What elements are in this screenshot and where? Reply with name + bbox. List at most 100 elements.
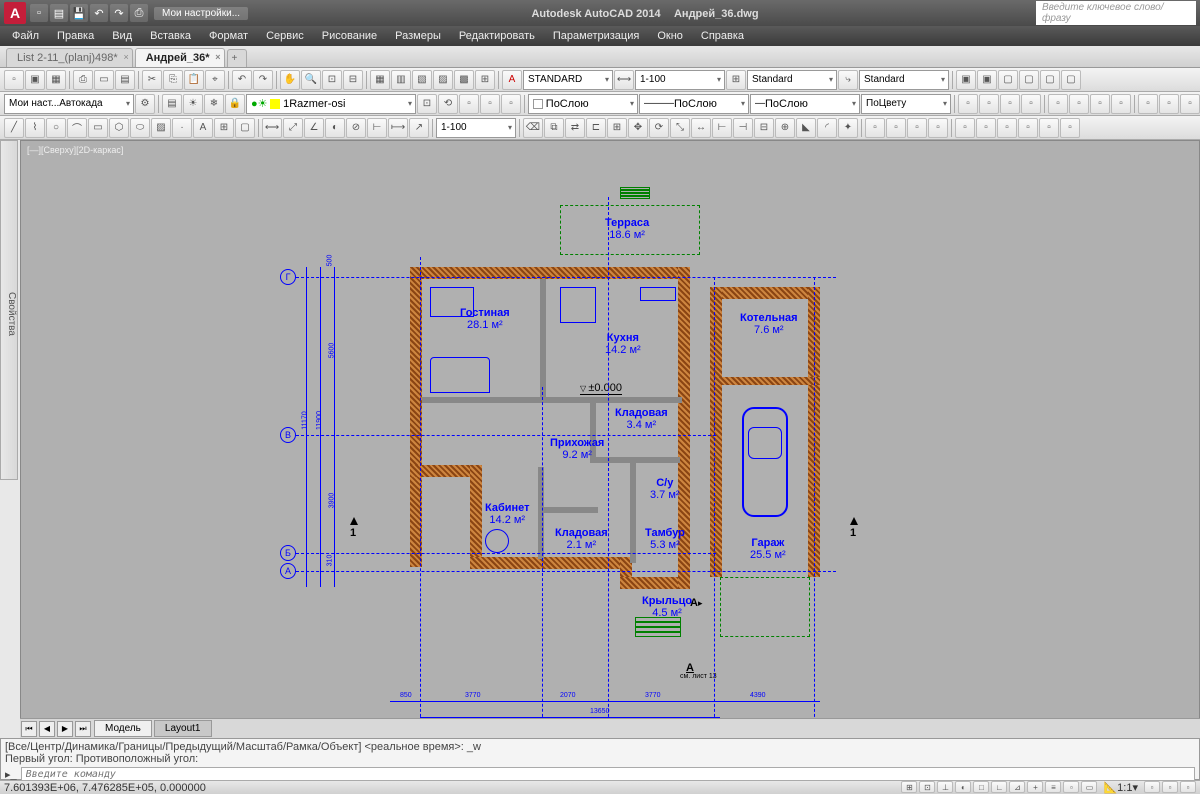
dimang-icon[interactable]: ∠ — [304, 118, 324, 138]
layer-lock-icon[interactable]: 🔒 — [225, 94, 245, 114]
scale2-combo[interactable]: 1-100 — [436, 118, 516, 138]
point-icon[interactable]: · — [172, 118, 192, 138]
workspace-dropdown[interactable]: Мои настройки... — [154, 7, 248, 20]
ellipse-icon[interactable]: ⬭ — [130, 118, 150, 138]
dimaligned-icon[interactable]: ⤢ — [283, 118, 303, 138]
paste-icon[interactable]: 📋 — [184, 70, 204, 90]
array-icon[interactable]: ⊞ — [607, 118, 627, 138]
redo-icon[interactable]: ↷ — [110, 4, 128, 22]
lwt-icon[interactable]: ≡ — [1045, 781, 1061, 793]
undo-icon[interactable]: ↶ — [232, 70, 252, 90]
mod-icon[interactable]: ▫ — [1018, 118, 1038, 138]
dimlinear-icon[interactable]: ⟷ — [262, 118, 282, 138]
undo-icon[interactable]: ↶ — [90, 4, 108, 22]
model-icon[interactable]: ▭ — [1081, 781, 1097, 793]
chamfer-icon[interactable]: ◣ — [796, 118, 816, 138]
layer-freeze-icon[interactable]: ❄ — [204, 94, 224, 114]
ortho-icon[interactable]: ⊥ — [937, 781, 953, 793]
toolpal-icon[interactable]: ▧ — [412, 70, 432, 90]
menu-file[interactable]: Файл — [4, 28, 47, 44]
pline-icon[interactable]: ⌇ — [25, 118, 45, 138]
dimcont-icon[interactable]: ⟼ — [388, 118, 408, 138]
status-icon[interactable]: ▫ — [1162, 781, 1178, 793]
plotstyle-combo[interactable]: ПоЦвету — [861, 94, 951, 114]
tablestyle-combo[interactable]: Standard — [859, 70, 949, 90]
new-tab-button[interactable]: + — [227, 49, 247, 67]
block-icon[interactable]: ▢ — [1061, 70, 1081, 90]
open-file-icon[interactable]: ▣ — [25, 70, 45, 90]
scale-combo[interactable]: 1-100 — [635, 70, 725, 90]
mod-icon[interactable]: ▫ — [928, 118, 948, 138]
dimord-icon[interactable]: ⊢ — [367, 118, 387, 138]
rect-icon[interactable]: ▭ — [88, 118, 108, 138]
layer-iso-icon[interactable]: ⊡ — [417, 94, 437, 114]
mod-icon[interactable]: ▫ — [976, 118, 996, 138]
text-style-icon[interactable]: A — [502, 70, 522, 90]
tool-icon[interactable]: ▫ — [958, 94, 978, 114]
mod-icon[interactable]: ▫ — [997, 118, 1017, 138]
save-icon[interactable]: 💾 — [70, 4, 88, 22]
osnap-icon[interactable]: □ — [973, 781, 989, 793]
workspace-combo[interactable]: Мои наст...Автокада — [4, 94, 134, 114]
status-icon[interactable]: ▫ — [1180, 781, 1196, 793]
publish-icon[interactable]: ▤ — [115, 70, 135, 90]
print-icon[interactable]: ⎙ — [73, 70, 93, 90]
print-icon[interactable]: ⎙ — [130, 4, 148, 22]
layer-combo[interactable]: ●☀ 1Razmer-osi — [246, 94, 416, 114]
mod-icon[interactable]: ▫ — [886, 118, 906, 138]
block-icon[interactable]: ▣ — [956, 70, 976, 90]
hatch-icon[interactable]: ▨ — [151, 118, 171, 138]
open-icon[interactable]: ▤ — [50, 4, 68, 22]
table-icon[interactable]: ⊞ — [214, 118, 234, 138]
tool-icon[interactable]: ▫ — [1021, 94, 1041, 114]
erase-icon[interactable]: ⌫ — [523, 118, 543, 138]
stretch-icon[interactable]: ↔ — [691, 118, 711, 138]
coordinates-display[interactable]: 7.601393E+06, 7.476285E+05, 0.000000 — [4, 782, 206, 794]
zoom-icon[interactable]: 🔍 — [301, 70, 321, 90]
trim-icon[interactable]: ⊢ — [712, 118, 732, 138]
tool-icon[interactable]: ▫ — [1090, 94, 1110, 114]
break-icon[interactable]: ⊟ — [754, 118, 774, 138]
gear-icon[interactable]: ⚙ — [135, 94, 155, 114]
ducs-icon[interactable]: ⊿ — [1009, 781, 1025, 793]
tool-icon[interactable]: ▫ — [1180, 94, 1200, 114]
layer-icon[interactable]: ▫ — [459, 94, 479, 114]
help-search-input[interactable]: Введите ключевое слово/фразу — [1036, 1, 1196, 25]
tab-last-icon[interactable]: ⏭ — [75, 721, 91, 737]
circle-icon[interactable]: ○ — [46, 118, 66, 138]
viewport-label[interactable]: [—][Сверху][2D-каркас] — [27, 145, 123, 155]
textstyle-combo[interactable]: STANDARD — [523, 70, 613, 90]
zoom-prev-icon[interactable]: ⊟ — [343, 70, 363, 90]
dim-style-icon[interactable]: ⟷ — [614, 70, 634, 90]
extend-icon[interactable]: ⊣ — [733, 118, 753, 138]
sheet-icon[interactable]: ▨ — [433, 70, 453, 90]
arc-icon[interactable]: ⌒ — [67, 118, 87, 138]
menu-insert[interactable]: Вставка — [142, 28, 199, 44]
markup-icon[interactable]: ▩ — [454, 70, 474, 90]
block-icon[interactable]: ▣ — [977, 70, 997, 90]
mod-icon[interactable]: ▫ — [955, 118, 975, 138]
menu-parametric[interactable]: Параметризация — [545, 28, 647, 44]
dimstyle-combo[interactable]: Standard — [747, 70, 837, 90]
explode-icon[interactable]: ✦ — [838, 118, 858, 138]
dimrad-icon[interactable]: ◐ — [325, 118, 345, 138]
layer-icon[interactable]: ▫ — [480, 94, 500, 114]
tool-icon[interactable]: ▫ — [1159, 94, 1179, 114]
move-icon[interactable]: ✥ — [628, 118, 648, 138]
block-icon[interactable]: ▢ — [1040, 70, 1060, 90]
doc-tab[interactable]: List 2-11_(planj)498*× — [6, 48, 133, 67]
qs-icon[interactable]: ▫ — [1063, 781, 1079, 793]
leader-icon[interactable]: ↗ — [409, 118, 429, 138]
layer-icon[interactable]: ▫ — [501, 94, 521, 114]
new-file-icon[interactable]: ▫ — [4, 70, 24, 90]
close-tab-icon[interactable]: × — [123, 52, 128, 62]
offset-icon[interactable]: ⊏ — [586, 118, 606, 138]
menu-view[interactable]: Вид — [104, 28, 140, 44]
status-icon[interactable]: ▫ — [1144, 781, 1160, 793]
dimdiam-icon[interactable]: ⊘ — [346, 118, 366, 138]
copy-icon[interactable]: ⧉ — [544, 118, 564, 138]
mirror-icon[interactable]: ⇄ — [565, 118, 585, 138]
cut-icon[interactable]: ✂ — [142, 70, 162, 90]
tool-icon[interactable]: ▫ — [1111, 94, 1131, 114]
tab-next-icon[interactable]: ▶ — [57, 721, 73, 737]
